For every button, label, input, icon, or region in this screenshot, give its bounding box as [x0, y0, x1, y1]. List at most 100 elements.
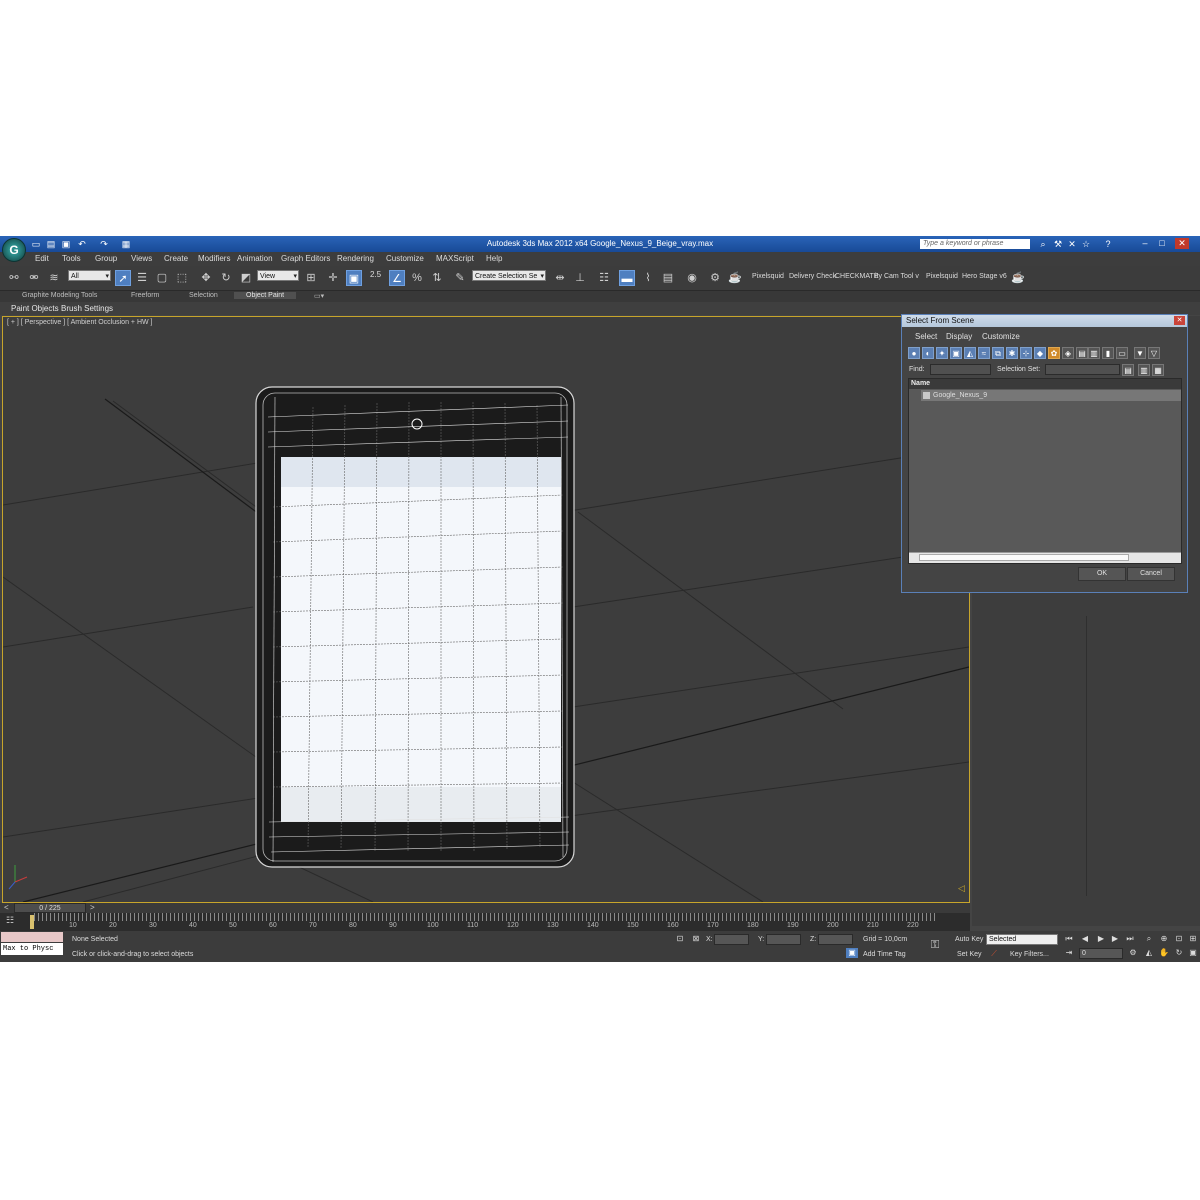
brush-settings-panel[interactable]: Brush Settings [61, 304, 113, 313]
select-object-icon[interactable]: ➚ [115, 270, 131, 286]
maxscript-mini-listener[interactable]: Max to Physc [1, 943, 63, 955]
plugin-pixelsquid-2[interactable]: Pixelsquid [926, 273, 958, 280]
menu-maxscript[interactable]: MAXScript [436, 254, 474, 263]
display-bones-icon[interactable]: ⊹ [1020, 347, 1032, 359]
filter-icon[interactable]: ▼ [1134, 347, 1146, 359]
edit-selection-set-icon[interactable]: ▥ [1138, 364, 1150, 376]
cancel-button[interactable]: Cancel [1127, 567, 1175, 581]
y-coordinate-field[interactable] [766, 934, 801, 945]
display-hidden-icon[interactable]: ◈ [1062, 347, 1074, 359]
plugin-hero-stage[interactable]: Hero Stage v6 [962, 273, 1007, 280]
keyboard-shortcut-override-icon[interactable]: ▣ [346, 270, 362, 286]
save-file-icon[interactable]: ▣ [60, 238, 72, 250]
tab-object-paint[interactable]: Object Paint [234, 292, 297, 299]
find-input[interactable] [930, 364, 991, 375]
align-icon[interactable]: ⊥ [572, 270, 588, 286]
render-setup-icon[interactable]: ⚙ [707, 270, 723, 286]
link-icon[interactable]: ⚯ [6, 270, 22, 286]
display-cameras-icon[interactable]: ▣ [950, 347, 962, 359]
plugin-pixelsquid-1[interactable]: Pixelsquid [752, 273, 784, 280]
communication-center-icon[interactable]: ✕ [1066, 239, 1078, 249]
remove-selection-set-icon[interactable]: ▦ [1152, 364, 1164, 376]
selection-filter-dropdown[interactable]: All [68, 270, 111, 282]
angle-snap-icon[interactable]: ∠ [389, 270, 405, 286]
list-item[interactable]: Google_Nexus_9 [921, 390, 1181, 401]
dialog-menu-select[interactable]: Select [915, 332, 937, 341]
schematic-view-icon[interactable]: ▤ [660, 270, 676, 286]
display-geometry-icon[interactable]: ● [908, 347, 920, 359]
menu-tools[interactable]: Tools [62, 254, 81, 263]
select-move-icon[interactable]: ✥ [198, 270, 214, 286]
orbit-icon[interactable]: ↻ [1173, 948, 1185, 958]
goto-end-icon[interactable]: ⏭ [1124, 934, 1136, 944]
graphite-ribbon-icon[interactable]: ▬ [619, 270, 635, 286]
tab-selection[interactable]: Selection [189, 292, 218, 299]
current-frame-field[interactable]: 0 [1079, 948, 1123, 959]
window-crossing-icon[interactable]: ⬚ [174, 270, 190, 286]
filter-options-icon[interactable]: ▽ [1148, 347, 1160, 359]
named-selection-set-dropdown[interactable]: Create Selection Se [472, 270, 546, 282]
maxscript-listener[interactable] [1, 932, 63, 942]
bind-space-warp-icon[interactable]: ≋ [46, 270, 62, 286]
menu-create[interactable]: Create [164, 254, 188, 263]
project-folder-icon[interactable]: ▦ [120, 238, 132, 250]
horizontal-scrollbar[interactable] [909, 552, 1181, 563]
favorites-icon[interactable]: ☆ [1080, 239, 1092, 249]
keyword-search-input[interactable]: Type a keyword or phrase [920, 239, 1030, 249]
menu-views[interactable]: Views [131, 254, 152, 263]
menu-customize[interactable]: Customize [386, 254, 424, 263]
new-file-icon[interactable]: ▭ [30, 238, 42, 250]
app-logo-icon[interactable]: G [2, 238, 26, 262]
menu-group[interactable]: Group [95, 254, 117, 263]
previous-frame-icon[interactable]: ◀ [1079, 934, 1091, 944]
auto-key-button[interactable]: Auto Key [955, 936, 983, 943]
material-editor-icon[interactable]: ◉ [684, 270, 700, 286]
ok-button[interactable]: OK [1078, 567, 1126, 581]
menu-help[interactable]: Help [486, 254, 502, 263]
set-key-button[interactable]: Set Key [957, 951, 982, 958]
column-name-header[interactable]: Name [909, 379, 1181, 389]
dialog-menu-display[interactable]: Display [946, 332, 972, 341]
time-slider-prev[interactable]: < [4, 903, 9, 912]
selection-set-dropdown[interactable] [1045, 364, 1120, 375]
display-spacewarps-icon[interactable]: ≈ [978, 347, 990, 359]
ribbon-options-icon[interactable]: ▭▾ [314, 292, 324, 300]
select-rotate-icon[interactable]: ↻ [218, 270, 234, 286]
snaps-toggle-label[interactable]: 2.5 [370, 270, 381, 279]
unlink-icon[interactable]: ⚮ [26, 270, 42, 286]
close-button[interactable]: ✕ [1175, 238, 1189, 249]
set-key-icon[interactable]: ⟋ [988, 949, 1000, 959]
perspective-viewport[interactable]: [ + ] [ Perspective ] [ Ambient Occlusio… [2, 316, 970, 903]
x-coordinate-field[interactable] [714, 934, 749, 945]
display-none-icon[interactable]: ▥ [1088, 347, 1100, 359]
display-shapes-icon[interactable]: ◐ [922, 347, 934, 359]
dialog-menu-customize[interactable]: Customize [982, 332, 1020, 341]
menu-edit[interactable]: Edit [35, 254, 49, 263]
open-file-icon[interactable]: ▤ [45, 238, 57, 250]
layer-manager-icon[interactable]: ☷ [596, 270, 612, 286]
maximize-button[interactable]: □ [1155, 238, 1169, 249]
zoom-all-icon[interactable]: ⊕ [1158, 934, 1170, 944]
goto-start-icon[interactable]: ⏮ [1063, 934, 1075, 944]
absolute-mode-icon[interactable]: ⊠ [690, 934, 702, 944]
frame-indicator[interactable]: 0 / 225 [14, 903, 86, 913]
display-helpers-icon[interactable]: ◭ [964, 347, 976, 359]
lock-selection-icon[interactable]: ⊡ [674, 934, 686, 944]
spinner-snap-icon[interactable]: ⇅ [429, 270, 445, 286]
minimize-button[interactable]: – [1138, 238, 1152, 249]
tab-graphite-modeling-tools[interactable]: Graphite Modeling Tools [22, 292, 97, 299]
display-lights-icon[interactable]: ✦ [936, 347, 948, 359]
percent-snap-icon[interactable]: % [409, 270, 425, 286]
display-xrefs-icon[interactable]: ✱ [1006, 347, 1018, 359]
zoom-extents-all-icon[interactable]: ⊞ [1187, 934, 1199, 944]
select-all-icon[interactable]: ▭ [1116, 347, 1128, 359]
select-scale-icon[interactable]: ◩ [238, 270, 254, 286]
mirror-icon[interactable]: ⇹ [552, 270, 568, 286]
time-tag-icon[interactable]: ▣ [846, 948, 858, 958]
edit-named-selection-icon[interactable]: ✎ [452, 270, 468, 286]
pivot-center-icon[interactable]: ⊞ [303, 270, 319, 286]
menu-graph-editors[interactable]: Graph Editors [281, 254, 330, 263]
add-selection-set-icon[interactable]: ▤ [1122, 364, 1134, 376]
render-frame-icon[interactable]: ☕ [727, 270, 743, 286]
plugin-cam-tool[interactable]: ity Cam Tool v [875, 273, 919, 280]
